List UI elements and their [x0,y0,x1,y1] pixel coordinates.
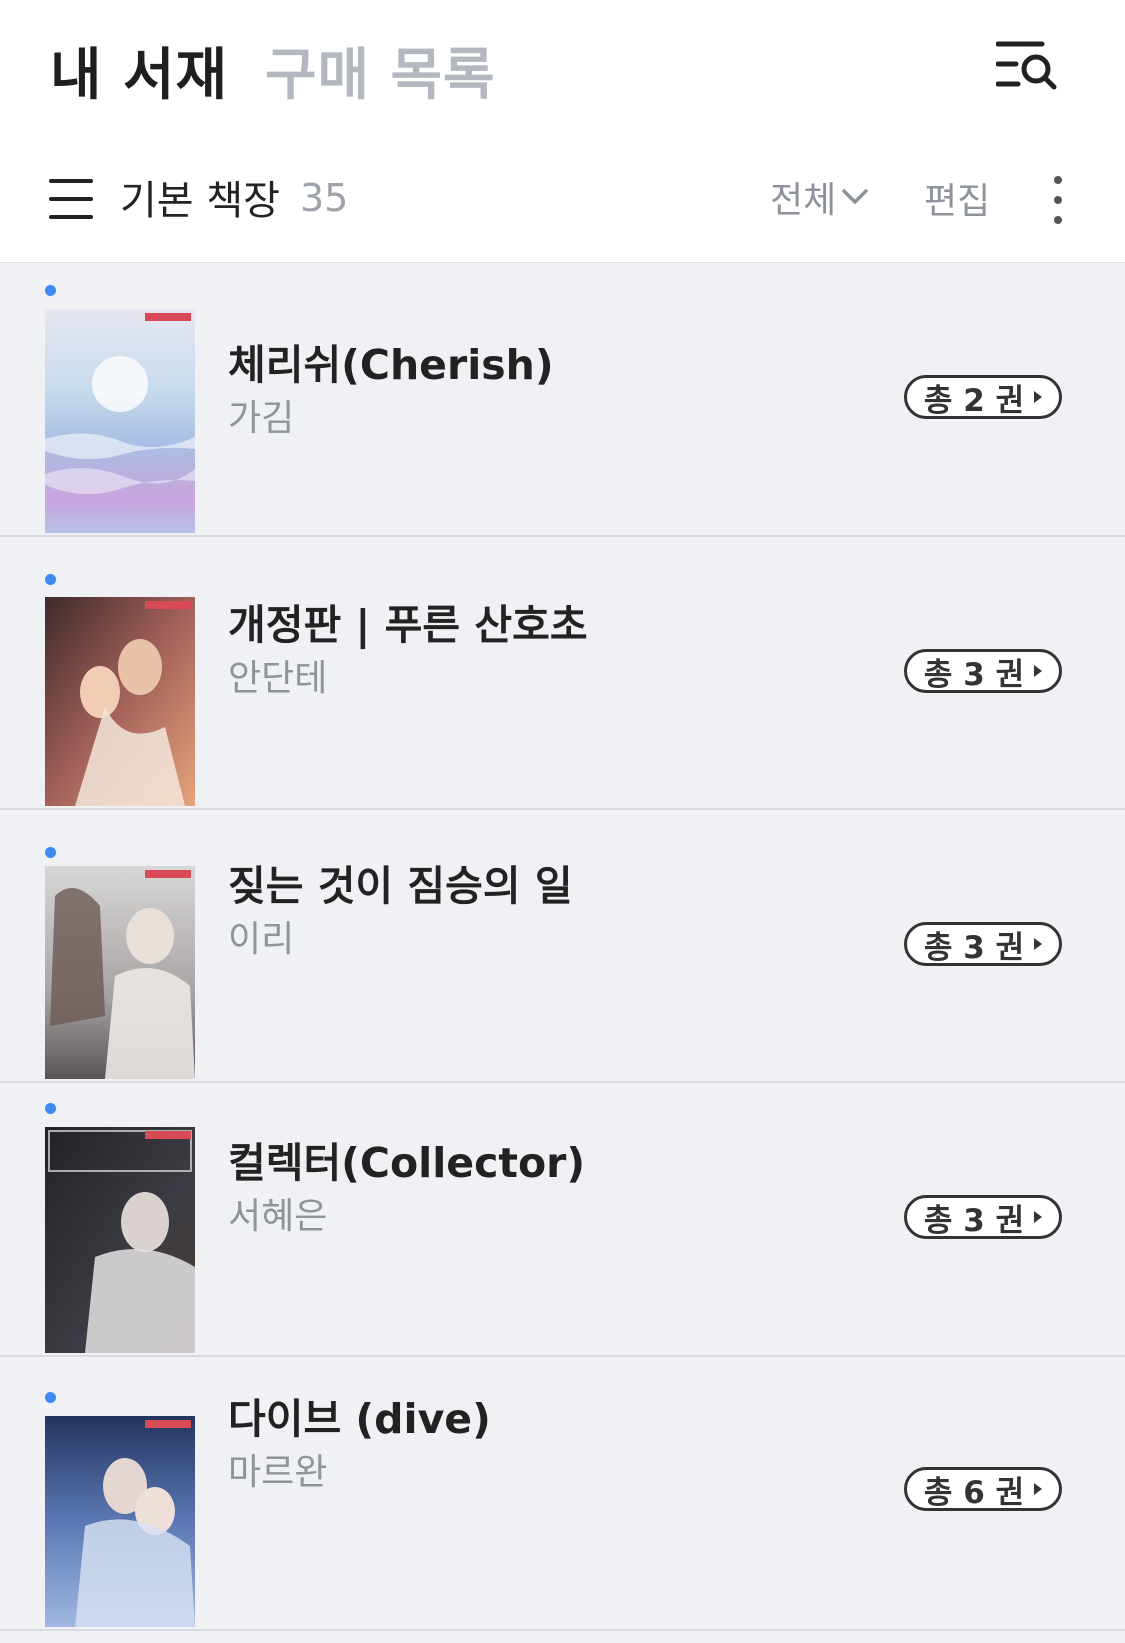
shelf-menu-icon[interactable] [48,176,94,222]
filter-label: 전체 [770,180,837,221]
book-cover[interactable] [45,1416,195,1627]
volume-count-label: 총 6 권 [923,1474,1025,1511]
book-author: 서혜은 [228,1196,328,1237]
book-cover[interactable] [45,866,195,1079]
volume-count-button[interactable]: 총 3 권 [904,922,1062,966]
book-row[interactable]: 체리쉬(Cherish) 가김 총 2 권 [0,263,1125,537]
book-author: 안단테 [228,658,328,699]
book-title: 컬렉터(Collector) [228,1139,586,1187]
book-author: 마르완 [228,1452,328,1493]
header: 내 서재 구매 목록 기본 책장 35 전체 편집 [0,0,1125,263]
book-title: 다이브 (dive) [228,1395,491,1443]
volume-count-button[interactable]: 총 6 권 [904,1467,1062,1511]
shelf-count: 35 [300,176,349,220]
book-row[interactable]: 짖는 것이 짐승의 일 이리 총 3 권 [0,810,1125,1083]
book-row[interactable]: 다이브 (dive) 마르완 총 6 권 [0,1357,1125,1631]
book-title: 짖는 것이 짐승의 일 [228,862,573,910]
volume-count-label: 총 3 권 [923,1202,1025,1239]
list-search-icon[interactable] [995,38,1062,94]
filter-dropdown[interactable]: 전체 [770,172,868,222]
volume-count-button[interactable]: 총 3 권 [904,649,1062,693]
chevron-down-icon [842,189,868,204]
play-arrow-icon [1034,1483,1043,1495]
new-indicator [45,285,56,296]
volume-count-label: 총 2 권 [923,382,1025,419]
play-arrow-icon [1034,1211,1043,1223]
new-indicator [45,847,56,858]
new-indicator [45,574,56,585]
volume-count-button[interactable]: 총 2 권 [904,375,1062,419]
book-author: 이리 [228,919,295,960]
book-cover[interactable] [45,597,195,806]
tab-my-library[interactable]: 내 서재 [50,30,228,111]
tab-purchase-list[interactable]: 구매 목록 [265,30,496,111]
new-indicator [45,1392,56,1403]
book-cover[interactable] [45,309,195,533]
book-cover[interactable] [45,1127,195,1353]
play-arrow-icon [1034,665,1043,677]
edit-button[interactable]: 편집 [924,172,990,224]
book-title: 개정판 | 푸른 산호초 [228,601,588,649]
new-indicator [45,1103,56,1114]
play-arrow-icon [1034,391,1043,403]
shelf-title[interactable]: 기본 책장 [120,168,280,226]
book-row[interactable]: 개정판 | 푸른 산호초 안단테 총 3 권 [0,537,1125,810]
book-row[interactable]: 컬렉터(Collector) 서혜은 총 3 권 [0,1083,1125,1357]
play-arrow-icon [1034,938,1043,950]
volume-count-button[interactable]: 총 3 권 [904,1195,1062,1239]
volume-count-label: 총 3 권 [923,929,1025,966]
more-options-icon[interactable] [1044,174,1072,226]
book-author: 가김 [228,398,295,439]
book-title: 체리쉬(Cherish) [228,341,554,389]
volume-count-label: 총 3 권 [923,656,1025,693]
